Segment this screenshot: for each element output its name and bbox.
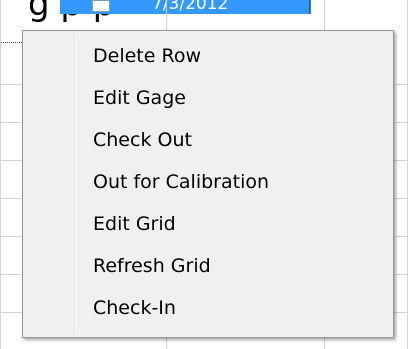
menu-item-edit-grid[interactable]: Edit Grid (23, 203, 393, 245)
context-menu: Delete Row Edit Gage Check Out Out for C… (22, 30, 394, 338)
menu-item-label: Edit Grid (93, 213, 176, 235)
menu-item-delete-row[interactable]: Delete Row (23, 35, 393, 77)
context-menu-list: Delete Row Edit Gage Check Out Out for C… (23, 35, 393, 329)
document-icon (92, 0, 110, 12)
menu-item-check-in[interactable]: Check-In (23, 287, 393, 329)
menu-item-label: Check Out (93, 129, 192, 151)
menu-item-out-for-calibration[interactable]: Out for Calibration (23, 161, 393, 203)
selected-row-cell[interactable]: 7/3/2012 (60, 0, 311, 14)
menu-item-check-out[interactable]: Check Out (23, 119, 393, 161)
menu-item-edit-gage[interactable]: Edit Gage (23, 77, 393, 119)
menu-item-label: Refresh Grid (93, 255, 211, 277)
menu-item-label: Edit Gage (93, 87, 186, 109)
menu-item-label: Out for Calibration (93, 171, 270, 193)
selected-row-date: 7/3/2012 (152, 0, 229, 14)
menu-item-refresh-grid[interactable]: Refresh Grid (23, 245, 393, 287)
menu-item-label: Delete Row (93, 45, 201, 67)
menu-item-label: Check-In (93, 297, 176, 319)
cell-separator (309, 0, 310, 14)
grid-column-line (0, 0, 1, 349)
